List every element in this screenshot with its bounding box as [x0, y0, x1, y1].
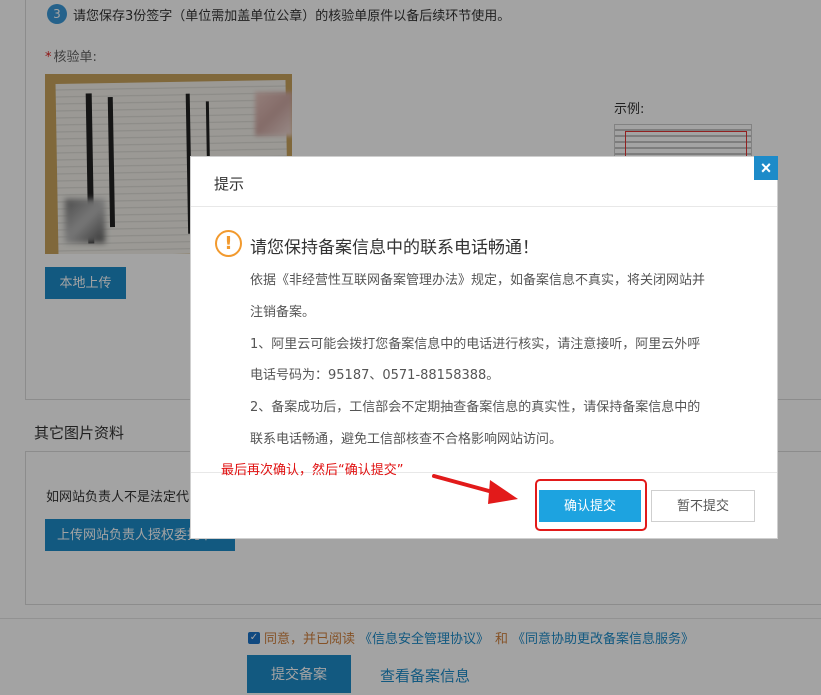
confirm-submit-button[interactable]: 确认提交: [539, 490, 641, 522]
warning-icon: !: [215, 230, 242, 257]
close-icon[interactable]: ×: [754, 156, 778, 180]
dialog-main-message: 请您保持备案信息中的联系电话畅通！: [250, 238, 539, 258]
annotation-text: 最后再次确认，然后“确认提交”: [221, 463, 404, 478]
dialog-body-line: 电话号码为：95187、0571-88158388。: [250, 368, 500, 383]
dialog-body-line: 依据《非经营性互联网备案管理办法》规定，如备案信息不真实，将关闭网站并: [250, 273, 706, 288]
not-now-button[interactable]: 暂不提交: [651, 490, 755, 522]
dialog-body-line: 1、阿里云可能会拨打您备案信息中的电话进行核实，请注意接听，阿里云外呼: [250, 337, 701, 352]
dialog-body-line: 注销备案。: [250, 305, 316, 320]
dialog-title: 提示: [214, 175, 245, 193]
dialog-header: 提示: [191, 157, 777, 207]
annotation-arrow-icon: [432, 474, 518, 504]
dialog-body-line: 2、备案成功后，工信部会不定期抽查备案信息的真实性，请保持备案信息中的: [250, 400, 701, 415]
dialog-body-line: 联系电话畅通，避免工信部核查不合格影响网站访问。: [250, 432, 563, 447]
